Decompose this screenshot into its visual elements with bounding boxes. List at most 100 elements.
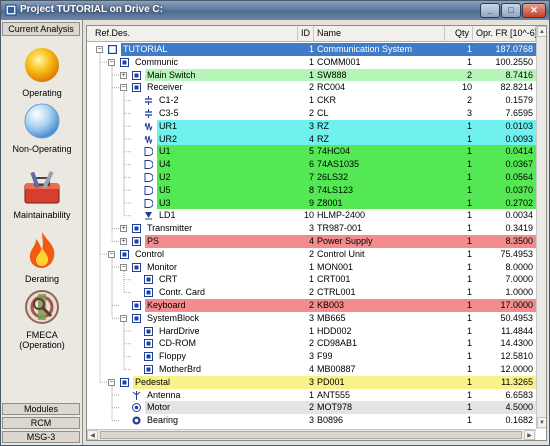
nav-fmeca[interactable]: FMECA (Operation) (1, 288, 83, 350)
ref-des-cell: C3-5 (159, 108, 179, 118)
collapse-icon[interactable]: − (108, 250, 115, 258)
bearing-icon (132, 416, 141, 425)
ref-des-cell: HardDrive (159, 325, 200, 336)
column-id[interactable]: ID (298, 26, 314, 42)
table-row[interactable]: − Receiver 2 RC004 10 82.8214 (87, 81, 536, 94)
tab-rcm[interactable]: RCM (2, 417, 80, 429)
table-row[interactable]: C3-5 2 CL 3 7.6595 (87, 107, 536, 120)
table-row[interactable]: Keyboard 2 KB003 1 17.0000 (87, 299, 536, 312)
scroll-left-icon[interactable]: ◀ (87, 430, 98, 440)
tab-msg3[interactable]: MSG-3 (2, 431, 80, 443)
table-row[interactable]: CRT 1 CRT001 1 7.0000 (87, 273, 536, 286)
scroll-down-icon[interactable]: ▼ (537, 417, 546, 428)
grid-header: Ref.Des. ID Name Qty Opr. FR [10^-6] (87, 26, 537, 42)
name-cell: COMM001 (317, 56, 361, 67)
name-cell: PD001 (317, 376, 345, 387)
horizontal-scrollbar[interactable]: ◀ ▶ (87, 429, 536, 440)
current-analysis-header[interactable]: Current Analysis (2, 22, 80, 36)
collapse-icon[interactable]: − (120, 263, 127, 271)
table-row[interactable]: − Control 2 Control Unit 1 75.4953 (87, 248, 536, 261)
column-qty[interactable]: Qty (445, 26, 473, 42)
id-cell: 3 (308, 351, 314, 362)
table-row[interactable]: Floppy 3 F99 1 12.5810 (87, 350, 536, 363)
table-row[interactable]: LD1 10 HLMP-2400 1 0.0034 (87, 209, 536, 222)
table-row[interactable]: U5 8 74LS123 1 0.0370 (87, 183, 536, 197)
column-name[interactable]: Name (314, 26, 445, 42)
column-opr-fr[interactable]: Opr. FR [10^-6] (473, 26, 537, 42)
ref-des-cell: SystemBlock (147, 312, 200, 323)
tab-modules[interactable]: Modules (2, 403, 80, 415)
failure-rate-cell: 4.5000 (505, 402, 533, 413)
table-row[interactable]: UR2 4 RZ 1 0.0093 (87, 132, 536, 146)
table-row[interactable]: U4 6 74AS1035 1 0.0367 (87, 158, 536, 171)
collapse-icon[interactable]: − (108, 58, 115, 66)
name-cell: RZ (317, 120, 329, 131)
table-row[interactable]: + Main Switch 1 SW888 2 8.7416 (87, 68, 536, 82)
failure-rate-cell: 11.4844 (501, 325, 533, 336)
table-row[interactable]: U2 7 26LS32 1 0.0564 (87, 171, 536, 184)
assembly-icon (120, 57, 129, 67)
table-row[interactable]: − TUTORIAL 1 Communication System 1 187.0768 (87, 43, 536, 56)
assembly-icon (144, 352, 153, 362)
scroll-right-icon[interactable]: ▶ (524, 430, 535, 440)
collapse-icon[interactable]: − (96, 46, 103, 53)
maximize-button[interactable]: □ (501, 3, 521, 18)
table-row[interactable]: − Pedestal 3 PD001 1 11.3265 (87, 375, 536, 389)
ref-des-cell: Contr. Card (159, 287, 206, 298)
qty-cell: 3 (466, 108, 472, 118)
table-row[interactable]: C1-2 1 CKR 2 0.1579 (87, 94, 536, 107)
nav-maintainability[interactable]: Maintainability (1, 168, 83, 220)
failure-rate-cell: 0.0414 (505, 146, 533, 157)
ref-des-cell: U4 (159, 159, 171, 170)
table-row[interactable]: − Communic 1 COMM001 1 100.2550 (87, 56, 536, 69)
table-row[interactable]: Antenna 1 ANT555 1 6.6583 (87, 389, 536, 402)
table-row[interactable]: MotherBrd 4 MB00887 1 12.0000 (87, 363, 536, 376)
table-row[interactable]: Bearing 3 B0896 1 0.1682 (87, 414, 536, 427)
ref-des-cell: UR1 (159, 120, 178, 131)
table-row[interactable]: U1 5 74HC04 1 0.0414 (87, 145, 536, 159)
nav-label: Maintainability (13, 210, 71, 220)
table-row[interactable]: HardDrive 1 HDD002 1 11.4844 (87, 325, 536, 338)
table-row[interactable]: UR1 3 RZ 1 0.0103 (87, 119, 536, 133)
nav-derating[interactable]: Derating (1, 230, 83, 284)
column-ref-des[interactable]: Ref.Des. (87, 26, 298, 42)
title-bar[interactable]: Project TUTORIAL on Drive C: _ □ ✕ (1, 1, 549, 20)
table-row[interactable]: CD-ROM 2 CD98AB1 1 14.4300 (87, 337, 536, 350)
name-cell: CD98AB1 (317, 338, 358, 349)
failure-rate-cell: 0.1579 (505, 95, 533, 106)
id-cell: 5 (308, 146, 314, 157)
table-row[interactable]: − Monitor 1 MON001 1 8.0000 (87, 261, 536, 274)
assembly-icon (120, 377, 129, 387)
collapse-icon[interactable]: − (120, 84, 127, 92)
qty-cell: 1 (466, 120, 472, 131)
minimize-button[interactable]: _ (480, 3, 500, 18)
ref-des-cell: Keyboard (147, 300, 186, 310)
name-cell: 74LS123 (317, 184, 354, 195)
table-row[interactable]: Motor 2 MOT978 1 4.5000 (87, 401, 536, 415)
table-row[interactable]: − SystemBlock 3 MB665 1 50.4953 (87, 312, 536, 325)
table-row[interactable]: + Transmitter 3 TR987-001 1 0.3419 (87, 222, 536, 235)
scroll-up-icon[interactable]: ▲ (537, 26, 546, 37)
expand-icon[interactable]: + (120, 225, 127, 233)
failure-rate-cell: 0.0034 (505, 210, 533, 221)
collapse-icon[interactable]: − (120, 314, 127, 322)
ic-icon (144, 185, 153, 195)
id-cell: 2 (308, 108, 314, 118)
table-row[interactable]: Contr. Card 2 CTRL001 1 1.0000 (87, 286, 536, 299)
vertical-scrollbar[interactable]: ▲ ▼ (536, 26, 546, 429)
table-row[interactable]: + PS 4 Power Supply 1 8.3500 (87, 235, 536, 248)
qty-cell: 1 (466, 402, 472, 413)
fmeca-icon (25, 290, 59, 324)
close-button[interactable]: ✕ (522, 3, 546, 18)
collapse-icon[interactable]: − (108, 378, 115, 386)
scroll-thumb[interactable] (100, 431, 522, 439)
failure-rate-cell: 100.2550 (495, 56, 533, 67)
ref-des-cell: Motor (147, 402, 171, 413)
expand-icon[interactable]: + (120, 71, 127, 79)
table-row[interactable]: U3 9 Z8001 1 0.2702 (87, 196, 536, 210)
expand-icon[interactable]: + (120, 238, 127, 245)
project-window: Project TUTORIAL on Drive C: _ □ ✕ Curre… (0, 0, 550, 446)
nav-non-operating[interactable]: Non-Operating (1, 102, 83, 154)
id-cell: 4 (308, 236, 314, 246)
nav-operating[interactable]: Operating (1, 46, 83, 98)
